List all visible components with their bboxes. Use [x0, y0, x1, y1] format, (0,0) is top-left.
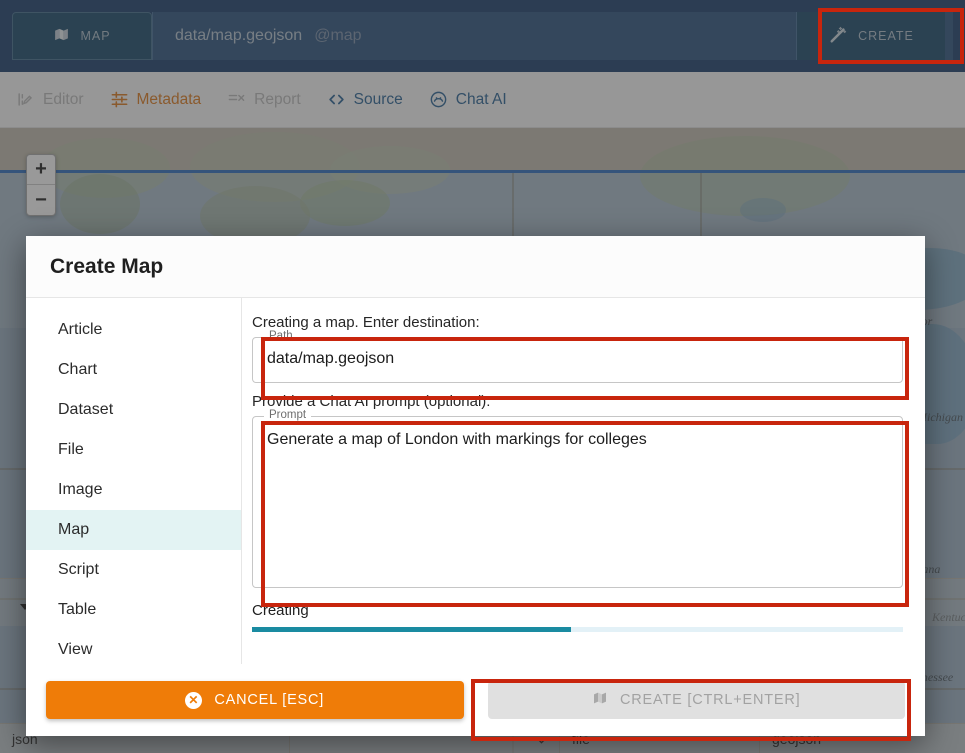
- kind-item-chart[interactable]: Chart: [26, 350, 241, 390]
- kind-label: Image: [58, 481, 102, 499]
- dialog-form: Creating a map. Enter destination: Path …: [242, 298, 925, 664]
- kind-label: View: [58, 641, 92, 659]
- cancel-button[interactable]: ✕ CANCEL [ESC]: [46, 681, 464, 719]
- close-circle-icon: ✕: [185, 692, 202, 709]
- prompt-field-label: Prompt: [264, 410, 311, 422]
- kind-item-view[interactable]: View: [26, 630, 241, 664]
- confirm-create-label: CREATE [CTRL+ENTER]: [620, 692, 801, 708]
- cancel-button-label: CANCEL [ESC]: [214, 692, 324, 708]
- kind-item-script[interactable]: Script: [26, 550, 241, 590]
- app-root: MAP data/map.geojson @map CREATE: [0, 0, 965, 753]
- kind-item-dataset[interactable]: Dataset: [26, 390, 241, 430]
- dialog-header: Create Map: [26, 236, 925, 298]
- kind-label: File: [58, 441, 84, 459]
- dialog-title: Create Map: [50, 255, 163, 279]
- progress-status-label: Creating: [252, 602, 903, 619]
- kind-label: Map: [58, 521, 89, 539]
- create-map-dialog: Create Map Article Chart Dataset File Im…: [26, 236, 925, 736]
- kind-item-table[interactable]: Table: [26, 590, 241, 630]
- path-input[interactable]: data/map.geojson: [253, 338, 902, 380]
- kind-item-map[interactable]: Map: [26, 510, 241, 550]
- path-field[interactable]: Path data/map.geojson: [252, 337, 903, 383]
- prompt-caption: Provide a Chat AI prompt (optional):: [252, 393, 903, 410]
- progress-bar: [252, 627, 903, 632]
- kind-label: Script: [58, 561, 99, 579]
- kind-item-file[interactable]: File: [26, 430, 241, 470]
- kind-label: Chart: [58, 361, 97, 379]
- kind-item-article[interactable]: Article: [26, 310, 241, 350]
- resource-kind-list: Article Chart Dataset File Image Map Scr…: [26, 298, 242, 664]
- dialog-body: Article Chart Dataset File Image Map Scr…: [26, 298, 925, 664]
- destination-caption: Creating a map. Enter destination:: [252, 314, 903, 331]
- kind-label: Article: [58, 321, 102, 339]
- kind-label: Table: [58, 601, 96, 619]
- path-field-label: Path: [264, 331, 298, 343]
- kind-label: Dataset: [58, 401, 113, 419]
- progress-bar-fill: [252, 627, 571, 632]
- map-icon: [592, 690, 608, 710]
- confirm-create-button[interactable]: CREATE [CTRL+ENTER]: [488, 681, 906, 719]
- kind-item-image[interactable]: Image: [26, 470, 241, 510]
- dialog-footer: ✕ CANCEL [ESC] CREATE [CTRL+ENTER]: [26, 664, 925, 736]
- prompt-textarea[interactable]: Generate a map of London with markings f…: [253, 417, 902, 461]
- prompt-field[interactable]: Prompt Generate a map of London with mar…: [252, 416, 903, 588]
